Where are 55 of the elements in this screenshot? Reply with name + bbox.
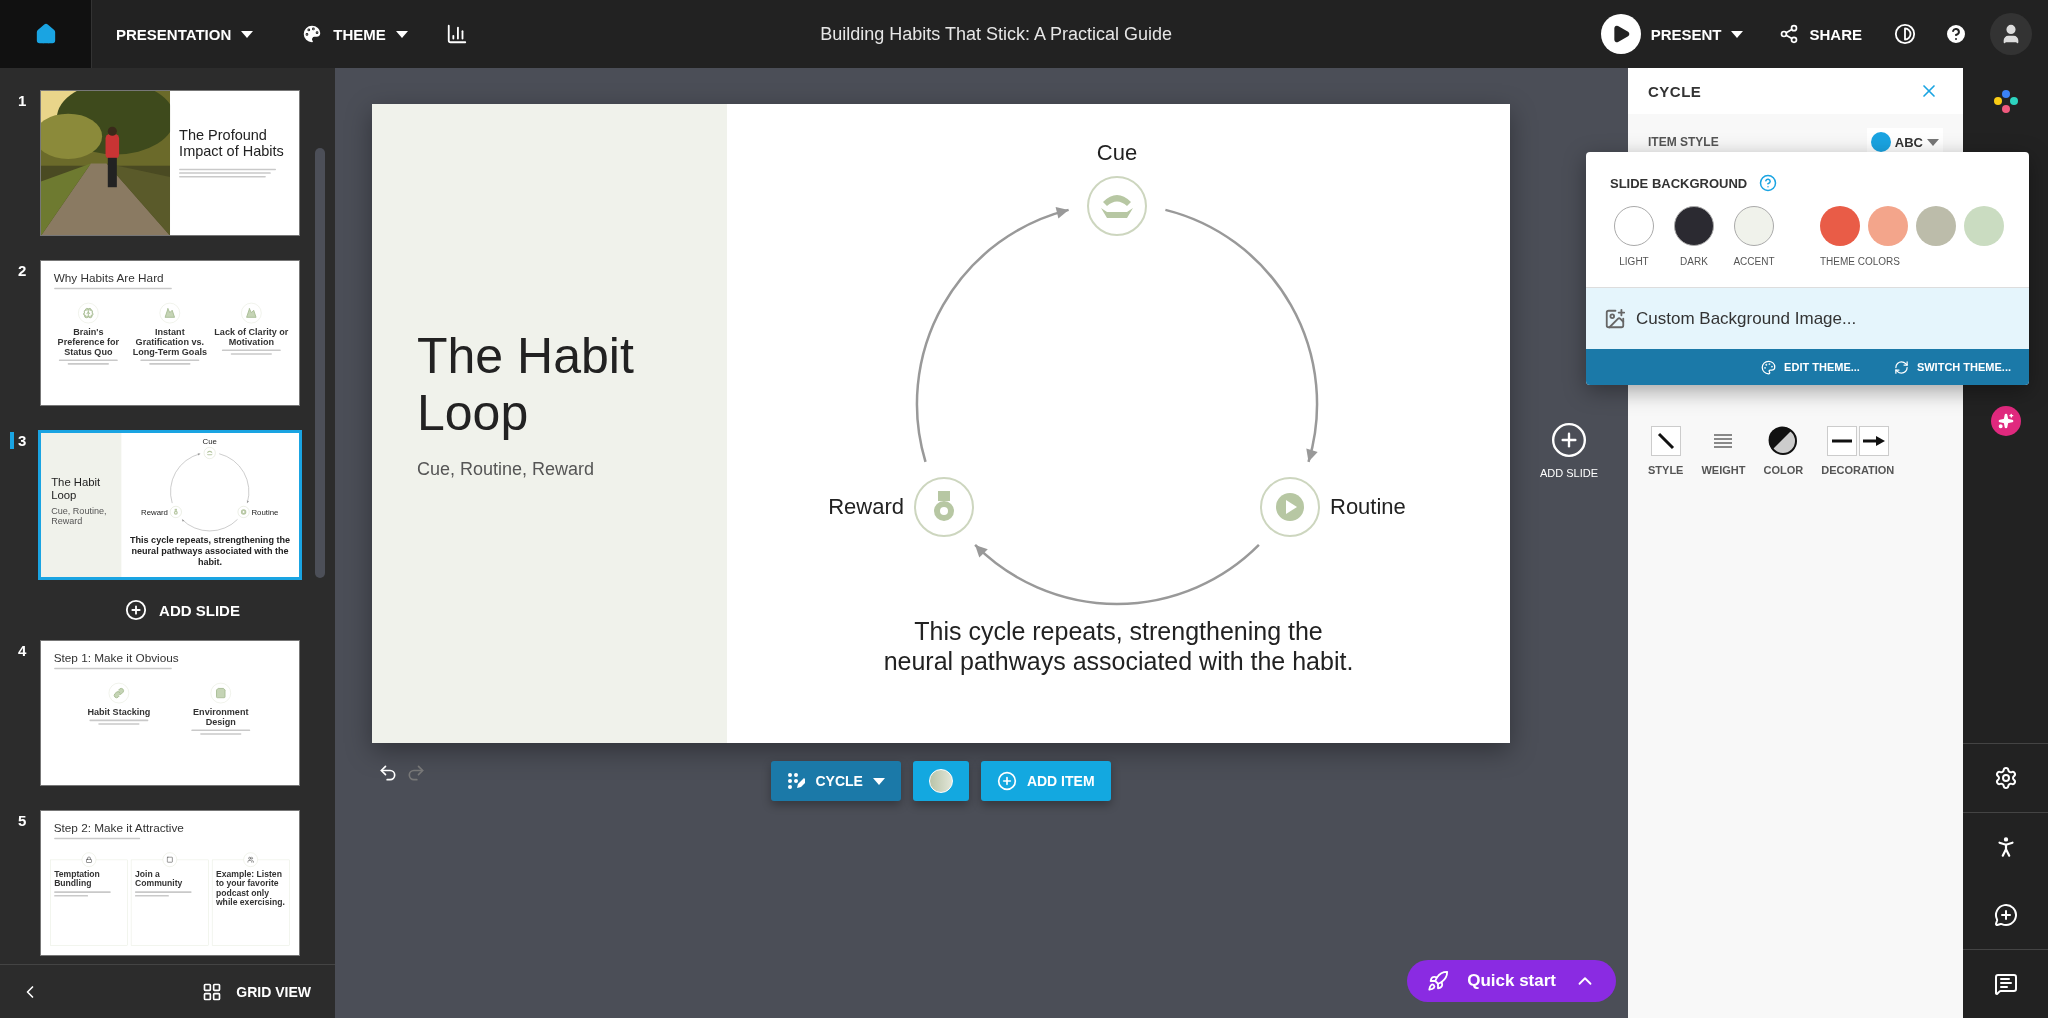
- grid-view-button[interactable]: GRID VIEW: [196, 980, 317, 1003]
- line-option-button[interactable]: WEIGHT: [1701, 426, 1746, 476]
- slide-number: 4: [17, 642, 27, 659]
- slide-title: The Profound Impact of Habits: [179, 127, 285, 160]
- slide-title: The Habit Loop: [417, 327, 635, 443]
- slide-thumbnail[interactable]: The Profound Impact of Habits: [40, 90, 300, 236]
- item-title: Habit Stacking: [87, 706, 151, 717]
- slide-number: 2: [17, 262, 27, 279]
- line-option-button[interactable]: COLOR: [1763, 426, 1804, 476]
- slide-thumbnail[interactable]: The Habit Loop Cue, Routine, Reward Cue Reward Routine This cycle repeats, strengthening the neural pathways associated with the habit.: [38, 430, 302, 580]
- item-style-label: ITEM STYLE: [1648, 135, 1719, 149]
- cycle-layout-button[interactable]: CYCLE: [771, 761, 901, 801]
- item-title: Instant Gratification vs. Long-Term Goals: [132, 326, 208, 357]
- slide-number: 1: [17, 92, 27, 109]
- item-title: Environment Design: [192, 706, 250, 727]
- cycle-node-label: Reward: [828, 494, 904, 520]
- slide-subtitle: Cue, Routine, Reward: [51, 505, 108, 526]
- item-title: Brain's Preference for Status Quo: [56, 326, 120, 357]
- card-title: Example: Listen to your favorite podcast only while exercising.: [215, 869, 286, 908]
- line-option-button[interactable]: DECORATION: [1821, 426, 1895, 476]
- slide-title: The Habit Loop: [51, 475, 102, 502]
- cycle-node-label: Reward: [141, 507, 168, 517]
- slide-caption: This cycle repeats, strengthening the neural pathways associated with the habit.: [883, 616, 1354, 676]
- slide-number: 3: [10, 432, 27, 449]
- slide-title: Step 1: Make it Obvious: [52, 650, 180, 665]
- slide-title: Why Habits Are Hard: [52, 270, 165, 285]
- switch-theme-button[interactable]: SWITCH THEME...: [1887, 358, 2017, 376]
- slide-thumbnail[interactable]: Why Habits Are Hard Brain's Preference for Status Quo Instant Gratification vs. Long-Term Goals Lack of Clarity or Motivation: [40, 260, 300, 406]
- quick-start-button[interactable]: Quick start: [1407, 960, 1616, 1002]
- presentation-title: Building Habits That Stick: A Practical Guide: [819, 23, 1174, 45]
- item-title: Lack of Clarity or Motivation: [213, 326, 289, 347]
- card-title: Temptation Bundling: [54, 869, 101, 889]
- share-button[interactable]: SHARE: [1761, 0, 1880, 68]
- slide-thumbnail[interactable]: Step 1: Make it Obvious Habit Stacking Environment Design: [40, 640, 300, 786]
- slide-subtitle: Cue, Routine, Reward: [417, 458, 596, 480]
- slide-caption: This cycle repeats, strengthening the neural pathways associated with the habit.: [129, 534, 291, 568]
- cycle-node-label: Routine: [1330, 494, 1406, 520]
- slide-thumbnail[interactable]: Step 2: Make it Attractive Temptation Bundling Join a Community Example: Listen to your favorite podcast only while exercising.: [40, 810, 300, 956]
- theme-menu[interactable]: THEME: [277, 0, 432, 68]
- add-slide-button[interactable]: ADD SLIDE: [1534, 420, 1605, 480]
- line-option-button[interactable]: STYLE: [1648, 426, 1684, 476]
- edit-theme-button[interactable]: EDIT THEME...: [1755, 358, 1866, 376]
- add-slide-button[interactable]: ADD SLIDE: [119, 598, 246, 622]
- slide-title: Step 2: Make it Attractive: [52, 820, 185, 835]
- custom-background-button[interactable]: Custom Background Image...: [1586, 287, 2029, 349]
- cycle-node-label: Cue: [202, 436, 217, 446]
- panel-title: CYCLE: [1648, 82, 1702, 100]
- presentation-menu[interactable]: PRESENTATION: [92, 0, 278, 68]
- slide-number: 5: [17, 812, 27, 829]
- cycle-node-label: Routine: [251, 507, 279, 517]
- theme-colors-label: THEME COLORS: [1820, 256, 1901, 267]
- popover-title: SLIDE BACKGROUND: [1610, 175, 1748, 191]
- card-title: Join a Community: [135, 869, 184, 889]
- present-button[interactable]: PRESENT: [1600, 0, 1762, 68]
- cycle-node-label: Cue: [1096, 140, 1138, 165]
